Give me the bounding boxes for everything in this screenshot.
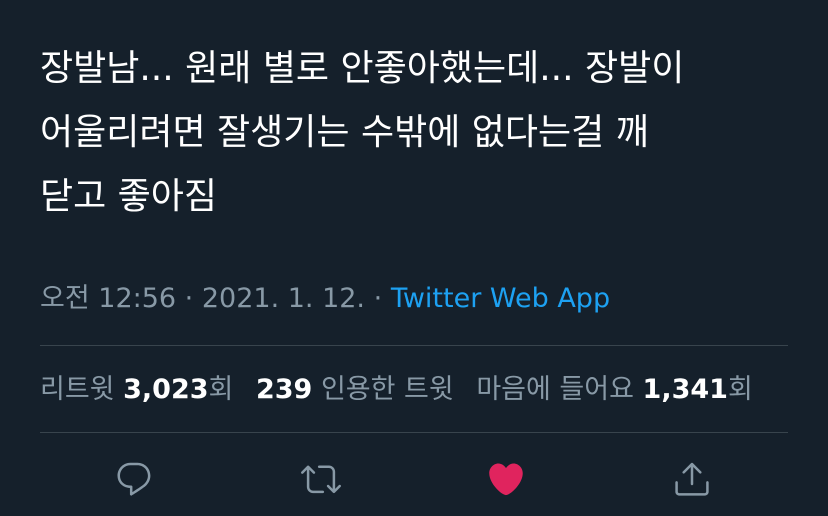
tweet-date[interactable]: 2021. 1. 12.	[202, 283, 365, 314]
action-bar	[0, 456, 828, 502]
retweets-stat[interactable]: 리트윗 3,023회	[40, 374, 233, 405]
tweet-line: 어울리려면 잘생기는 수밖에 없다는걸 깨	[40, 112, 649, 153]
tweet-text: 장발남... 원래 별로 안좋아했는데... 장발이 어울리려면 잘생기는 수밖…	[40, 37, 800, 229]
retweet-button[interactable]	[298, 456, 344, 502]
tweet-meta: 오전 12:56 · 2021. 1. 12. · Twitter Web Ap…	[40, 279, 610, 319]
source-app-link[interactable]: Twitter Web App	[391, 283, 610, 314]
divider	[40, 432, 788, 433]
tweet-time[interactable]: 오전 12:56	[40, 283, 176, 314]
like-button[interactable]	[483, 456, 529, 502]
meta-separator: ·	[373, 283, 383, 314]
like-unit: 회	[727, 374, 753, 405]
quotes-stat[interactable]: 239 인용한 트윗	[256, 374, 454, 405]
reply-icon	[117, 462, 151, 496]
like-label: 마음에 들어요	[476, 374, 634, 405]
reply-button[interactable]	[111, 456, 157, 502]
retweet-count: 3,023	[123, 374, 209, 405]
share-icon	[675, 462, 709, 496]
likes-stat[interactable]: 마음에 들어요 1,341회	[476, 374, 752, 405]
like-count: 1,341	[642, 374, 728, 405]
tweet-line: 장발남... 원래 별로 안좋아했는데... 장발이	[40, 48, 685, 89]
retweet-label: 리트윗	[40, 374, 115, 405]
share-button[interactable]	[669, 456, 715, 502]
tweet-stats: 리트윗 3,023회 239 인용한 트윗 마음에 들어요 1,341회	[40, 368, 753, 412]
quote-count: 239	[255, 374, 313, 405]
quote-label: 인용한 트윗	[320, 374, 454, 405]
divider	[40, 345, 788, 346]
tweet-line: 닫고 좋아짐	[40, 176, 218, 217]
heart-icon	[489, 463, 523, 496]
meta-separator: ·	[184, 283, 194, 314]
retweet-unit: 회	[208, 374, 234, 405]
retweet-icon	[301, 465, 341, 494]
